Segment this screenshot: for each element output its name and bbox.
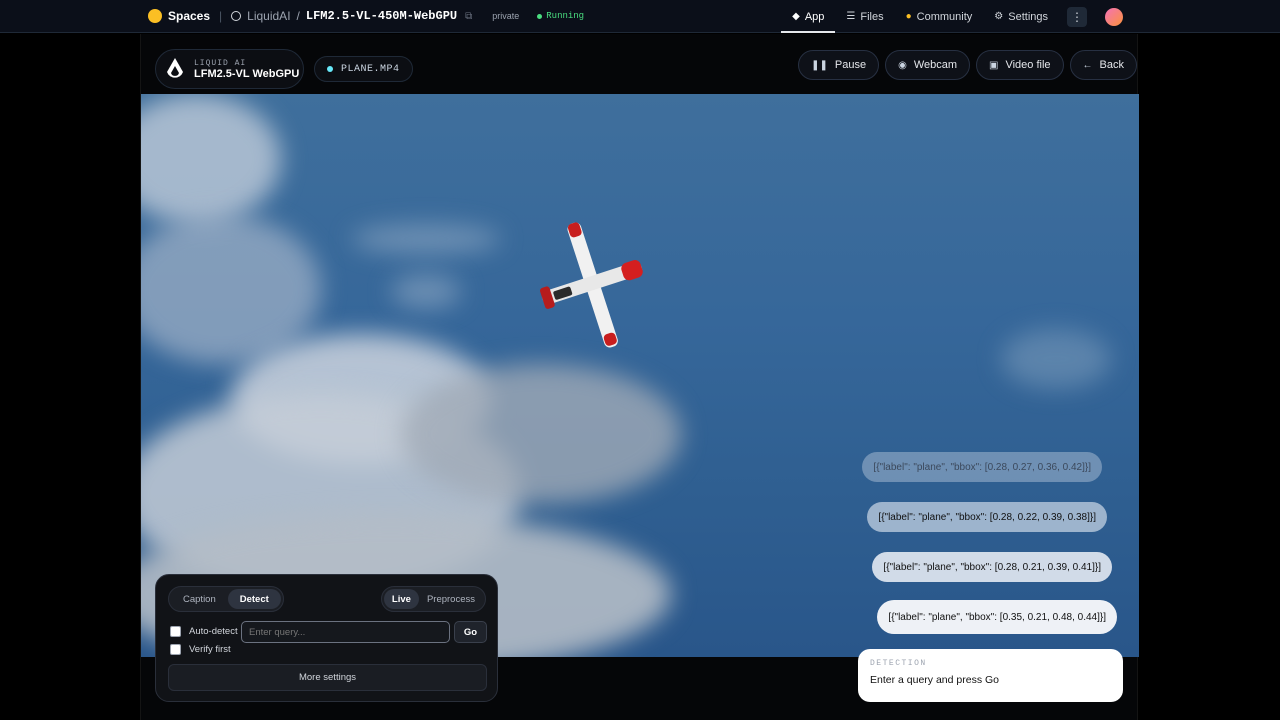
tab-preprocess[interactable]: Preprocess (419, 589, 483, 609)
tab-label: Settings (1008, 10, 1048, 23)
detection-bubble: [{"label": "plane", "bbox": [0.35, 0.21,… (877, 600, 1117, 634)
status-text: Running (546, 11, 585, 21)
breadcrumb-separator: / (296, 9, 300, 23)
tab-app[interactable]: ◆ App (781, 0, 836, 33)
liquid-ai-logo-icon (167, 58, 183, 78)
more-settings-button[interactable]: More settings (168, 664, 487, 691)
camera-icon: ◉ (898, 59, 907, 71)
detection-card-label: DETECTION (870, 659, 927, 668)
tab-live[interactable]: Live (383, 589, 419, 609)
go-button[interactable]: Go (454, 621, 487, 643)
verify-first-checkbox[interactable] (170, 644, 181, 655)
avatar[interactable] (1105, 7, 1123, 26)
film-icon: ▣ (989, 59, 999, 71)
query-input[interactable] (241, 621, 450, 643)
pause-icon: ❚❚ (811, 59, 828, 71)
cloud (141, 214, 321, 364)
arrow-left-icon: ← (1082, 59, 1093, 71)
hf-top-bar: Spaces | LiquidAI / LFM2.5-VL-450M-WebGP… (0, 0, 1280, 33)
mode-toggle: Caption Detect (168, 586, 284, 612)
copy-icon[interactable]: ⧉ (465, 11, 472, 22)
webcam-label: Webcam (913, 59, 958, 71)
detection-card-text: Enter a query and press Go (870, 674, 999, 686)
detection-bubble: [{"label": "plane", "bbox": [0.28, 0.21,… (872, 552, 1112, 582)
detection-bubble: [{"label": "plane", "bbox": [0.28, 0.22,… (867, 502, 1107, 532)
org-icon (231, 11, 242, 21)
cloud (351, 224, 501, 254)
tab-files[interactable]: ☰ Files (835, 0, 894, 33)
tab-label: Community (916, 10, 973, 23)
brand-model-name: LFM2.5-VL WebGPU (194, 67, 300, 80)
source-name: PLANE.MP4 (341, 63, 400, 75)
verify-first-label: Verify first (189, 644, 231, 655)
cloud (1001, 329, 1111, 389)
status-dot-icon (537, 13, 543, 19)
detection-bubble: [{"label": "plane", "bbox": [0.28, 0.27,… (862, 452, 1102, 482)
repo-link[interactable]: LFM2.5-VL-450M-WebGPU (306, 9, 457, 23)
airplane (539, 222, 643, 348)
spaces-link[interactable]: Spaces (168, 9, 210, 23)
gear-icon: ⚙ (994, 11, 1004, 22)
detection-card: DETECTION Enter a query and press Go (858, 649, 1123, 702)
source-dot-icon (327, 66, 333, 72)
tab-caption[interactable]: Caption (171, 589, 228, 609)
brand-badge: LIQUID AI LFM2.5-VL WebGPU (155, 49, 304, 89)
verify-row: Verify first (170, 644, 231, 655)
cloud (401, 364, 681, 504)
tab-detect[interactable]: Detect (227, 589, 281, 609)
tab-label: App (804, 10, 825, 23)
brand-text: LIQUID AI LFM2.5-VL WebGPU (194, 59, 299, 80)
more-menu-button[interactable]: ⋮ (1067, 6, 1087, 27)
app-container: LIQUID AI LFM2.5-VL WebGPU PLANE.MP4 ❚❚ … (140, 34, 1139, 720)
header-buttons: ❚❚ Pause ◉ Webcam ▣ Video file ← Back (798, 50, 1137, 80)
hugging-face-logo-icon[interactable] (148, 9, 162, 23)
cloud (141, 94, 281, 224)
brand-company: LIQUID AI (194, 58, 247, 68)
tab-community[interactable]: ● Community (895, 0, 984, 33)
cube-icon: ◆ (792, 11, 800, 22)
webcam-button[interactable]: ◉ Webcam (885, 50, 971, 80)
video-file-button[interactable]: ▣ Video file (976, 50, 1064, 80)
back-label: Back (1099, 59, 1124, 71)
auto-detect-label: Auto-detect (189, 626, 238, 637)
breadcrumb-divider: | (219, 9, 223, 23)
video-frame: [{"label": "plane", "bbox": [0.28, 0.27,… (141, 94, 1139, 657)
auto-detect-checkbox[interactable] (170, 626, 181, 637)
pause-label: Pause (834, 59, 867, 71)
video-file-label: Video file (1005, 59, 1051, 71)
back-button[interactable]: ← Back (1069, 50, 1137, 80)
status-badge: Running (537, 11, 584, 21)
org-link[interactable]: LiquidAI (247, 9, 290, 23)
tab-settings[interactable]: ⚙ Settings (983, 0, 1059, 33)
cloud (391, 274, 461, 309)
pause-button[interactable]: ❚❚ Pause (798, 50, 880, 80)
community-icon: ● (905, 11, 912, 22)
app-header: LIQUID AI LFM2.5-VL WebGPU PLANE.MP4 ❚❚ … (141, 34, 1137, 94)
files-icon: ☰ (846, 11, 856, 22)
source-chip: PLANE.MP4 (314, 56, 413, 82)
auto-detect-row: Auto-detect (170, 626, 238, 637)
run-toggle: Live Preprocess (380, 586, 486, 612)
tab-label: Files (860, 10, 884, 23)
controls-panel: Caption Detect Live Preprocess Auto-dete… (155, 574, 498, 702)
visibility-badge: private (492, 11, 520, 21)
